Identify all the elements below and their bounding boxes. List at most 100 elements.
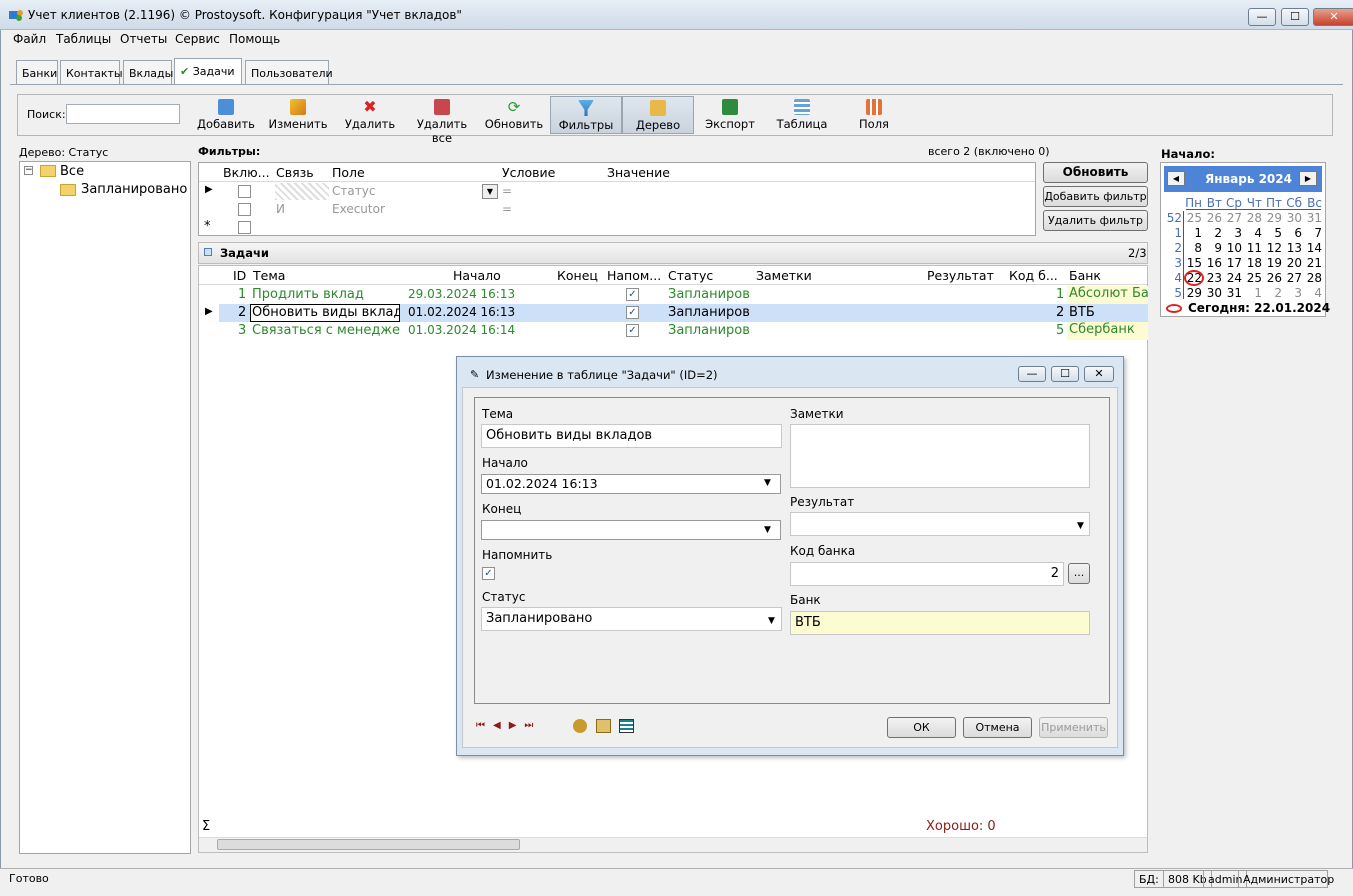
calendar-day[interactable]: 6 — [1283, 225, 1303, 240]
calendar-day[interactable]: 15 — [1183, 255, 1203, 270]
header-end[interactable]: Конец — [557, 268, 598, 283]
task-topic[interactable]: Связаться с менеджером — [252, 323, 400, 338]
filters-button[interactable]: Фильтры — [550, 96, 622, 134]
calendar-day[interactable]: 25 — [1183, 210, 1203, 225]
result-field[interactable] — [790, 512, 1090, 536]
tab-contacts[interactable]: Контакты — [60, 60, 123, 84]
clipboard-icon[interactable] — [596, 719, 611, 733]
filter-enabled-checkbox[interactable] — [238, 185, 251, 198]
menu-help[interactable]: Помощь — [229, 32, 280, 46]
header-result[interactable]: Результат — [927, 268, 994, 283]
calendar-day[interactable]: 4 — [1243, 225, 1263, 240]
calendar-day[interactable]: 17 — [1223, 255, 1243, 270]
add-button[interactable]: Добавить — [190, 96, 262, 134]
calendar-day[interactable]: 3 — [1283, 285, 1303, 300]
calendar-day[interactable]: 20 — [1283, 255, 1303, 270]
tree-node-planned[interactable]: Запланировано — [81, 182, 187, 197]
tree-button[interactable]: Дерево — [622, 96, 694, 134]
tab-users[interactable]: Пользователи — [245, 60, 333, 84]
notes-field[interactable] — [790, 424, 1090, 488]
filter-condition-cell[interactable]: = — [502, 184, 512, 198]
collapse-icon[interactable]: − — [24, 166, 33, 175]
calendar-day[interactable]: 29 — [1183, 285, 1203, 300]
header-bank-code[interactable]: Код б... — [1009, 268, 1064, 283]
task-topic[interactable]: Обновить виды вкладов — [250, 304, 400, 322]
dropdown-icon[interactable]: ▼ — [482, 184, 498, 199]
ok-button[interactable]: ОК — [887, 717, 956, 738]
task-remind-checkbox[interactable]: ✓ — [626, 288, 639, 301]
calendar-day[interactable]: 21 — [1303, 255, 1323, 270]
filter-enabled-checkbox[interactable] — [238, 203, 251, 216]
tab-tasks[interactable]: ✔ Задачи — [174, 58, 242, 85]
menu-reports[interactable]: Отчеты — [120, 32, 167, 46]
bank-code-field[interactable]: 2 — [790, 562, 1064, 586]
calendar-day[interactable]: 25 — [1243, 270, 1263, 285]
task-status[interactable]: Запланиров — [668, 323, 750, 338]
task-topic[interactable]: Продлить вклад — [252, 287, 400, 302]
scrollbar-thumb[interactable] — [217, 839, 520, 850]
filter-header-link[interactable]: Связь — [276, 165, 314, 180]
calendar-day[interactable]: 27 — [1223, 210, 1243, 225]
task-bank[interactable]: ВТБ — [1069, 305, 1095, 320]
task-bank[interactable]: Абсолют Бан — [1067, 286, 1148, 304]
prev-month-button[interactable]: ◀ — [1167, 171, 1185, 186]
header-start[interactable]: Начало — [453, 268, 501, 283]
dialog-minimize-button[interactable]: — — [1018, 366, 1046, 382]
today-label[interactable]: Сегодня: 22.01.2024 — [1188, 301, 1330, 315]
header-notes[interactable]: Заметки — [756, 268, 812, 283]
start-field[interactable]: 01.02.2024 16:13 — [481, 474, 781, 494]
calendar-day[interactable]: 14 — [1303, 240, 1323, 255]
tab-banks[interactable]: Банки — [16, 60, 58, 84]
calendar-day[interactable]: 5 — [1263, 225, 1283, 240]
calendar-day[interactable]: 3 — [1223, 225, 1243, 240]
task-start[interactable]: 29.03.2024 16:13 — [408, 287, 515, 301]
refresh-button[interactable]: ⟳ Обновить — [478, 96, 550, 134]
globe-icon[interactable] — [573, 719, 587, 733]
calendar-day[interactable]: 9 — [1203, 240, 1223, 255]
calendar-day[interactable]: 31 — [1223, 285, 1243, 300]
calendar-day[interactable]: 1 — [1243, 285, 1263, 300]
calendar-day[interactable]: 18 — [1243, 255, 1263, 270]
task-remind-checkbox[interactable]: ✓ — [626, 324, 639, 337]
close-button[interactable]: ✕ — [1313, 8, 1353, 26]
calendar-day[interactable]: 12 — [1263, 240, 1283, 255]
menu-tables[interactable]: Таблицы — [56, 32, 111, 46]
delete-button[interactable]: ✖ Удалить — [334, 96, 406, 134]
filter-condition-cell[interactable]: = — [502, 202, 512, 216]
bank-field[interactable]: ВТБ — [790, 611, 1090, 635]
filter-header-value[interactable]: Значение — [607, 165, 670, 180]
header-status[interactable]: Статус — [668, 268, 713, 283]
header-topic[interactable]: Тема — [253, 268, 285, 283]
dialog-maximize-button[interactable]: ☐ — [1051, 366, 1079, 382]
task-status[interactable]: Запланиров — [668, 305, 750, 320]
fields-button[interactable]: Поля — [838, 96, 910, 134]
filters-refresh-button[interactable]: Обновить — [1043, 162, 1148, 183]
search-input[interactable] — [66, 104, 180, 124]
calendar-day[interactable]: 23 — [1203, 270, 1223, 285]
calendar-day[interactable]: 30 — [1203, 285, 1223, 300]
end-field[interactable] — [481, 520, 781, 540]
calendar-day[interactable]: 26 — [1203, 210, 1223, 225]
calendar-day[interactable]: 30 — [1283, 210, 1303, 225]
calendar-day[interactable]: 13 — [1283, 240, 1303, 255]
task-remind-checkbox[interactable]: ✓ — [626, 306, 639, 319]
remove-filter-button[interactable]: Удалить фильтр — [1043, 210, 1148, 231]
calendar-day[interactable]: 2 — [1203, 225, 1223, 240]
edit-button[interactable]: Изменить — [262, 96, 334, 134]
maximize-button[interactable]: ☐ — [1281, 8, 1309, 26]
report-icon[interactable] — [619, 719, 634, 733]
filter-enabled-checkbox[interactable] — [238, 221, 251, 234]
filter-link-cell[interactable]: И — [276, 202, 285, 216]
task-id[interactable]: 2 — [238, 305, 246, 320]
calendar-day[interactable]: 16 — [1203, 255, 1223, 270]
chevron-down-icon[interactable]: ▼ — [1077, 521, 1084, 531]
add-filter-button[interactable]: Добавить фильтр — [1043, 186, 1148, 207]
calendar-day[interactable]: 27 — [1283, 270, 1303, 285]
filter-field-cell[interactable]: Executor — [332, 202, 385, 216]
calendar-day[interactable]: 28 — [1303, 270, 1323, 285]
cancel-button[interactable]: Отмена — [963, 717, 1032, 738]
calendar-day[interactable]: 11 — [1243, 240, 1263, 255]
export-button[interactable]: Экспорт — [694, 96, 766, 134]
chevron-down-icon[interactable]: ▼ — [764, 525, 771, 535]
calendar-day[interactable]: 2 — [1263, 285, 1283, 300]
